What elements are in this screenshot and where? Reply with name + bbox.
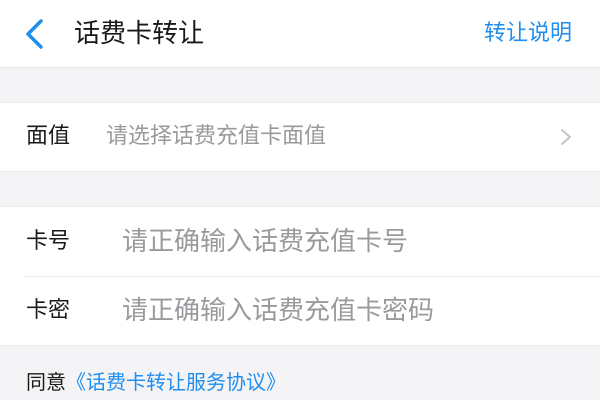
chevron-left-icon	[26, 19, 43, 49]
agreement-line: 同意《话费卡转让服务协议》	[26, 364, 286, 400]
transfer-instructions-link[interactable]: 转让说明	[484, 14, 572, 54]
back-button[interactable]	[14, 14, 54, 54]
agreement-prefix: 同意	[26, 370, 66, 394]
nav-bar: 话费卡转让 转让说明	[0, 0, 600, 68]
card-number-label: 卡号	[26, 229, 71, 254]
face-value-selector[interactable]: 面值 请选择话费充值卡面值	[0, 102, 600, 172]
page-title: 话费卡转让	[74, 19, 205, 49]
card-number-row: 卡号	[0, 207, 600, 276]
card-form: 卡号 卡密	[0, 206, 600, 346]
card-number-input[interactable]	[116, 219, 582, 264]
card-password-label: 卡密	[26, 298, 71, 323]
chevron-right-icon	[561, 129, 571, 145]
service-agreement-link[interactable]: 《话费卡转让服务协议》	[66, 370, 286, 394]
face-value-label: 面值	[26, 124, 71, 149]
face-value-placeholder: 请选择话费充值卡面值	[106, 124, 327, 149]
card-password-row: 卡密	[0, 276, 600, 345]
card-password-input[interactable]	[116, 288, 582, 333]
